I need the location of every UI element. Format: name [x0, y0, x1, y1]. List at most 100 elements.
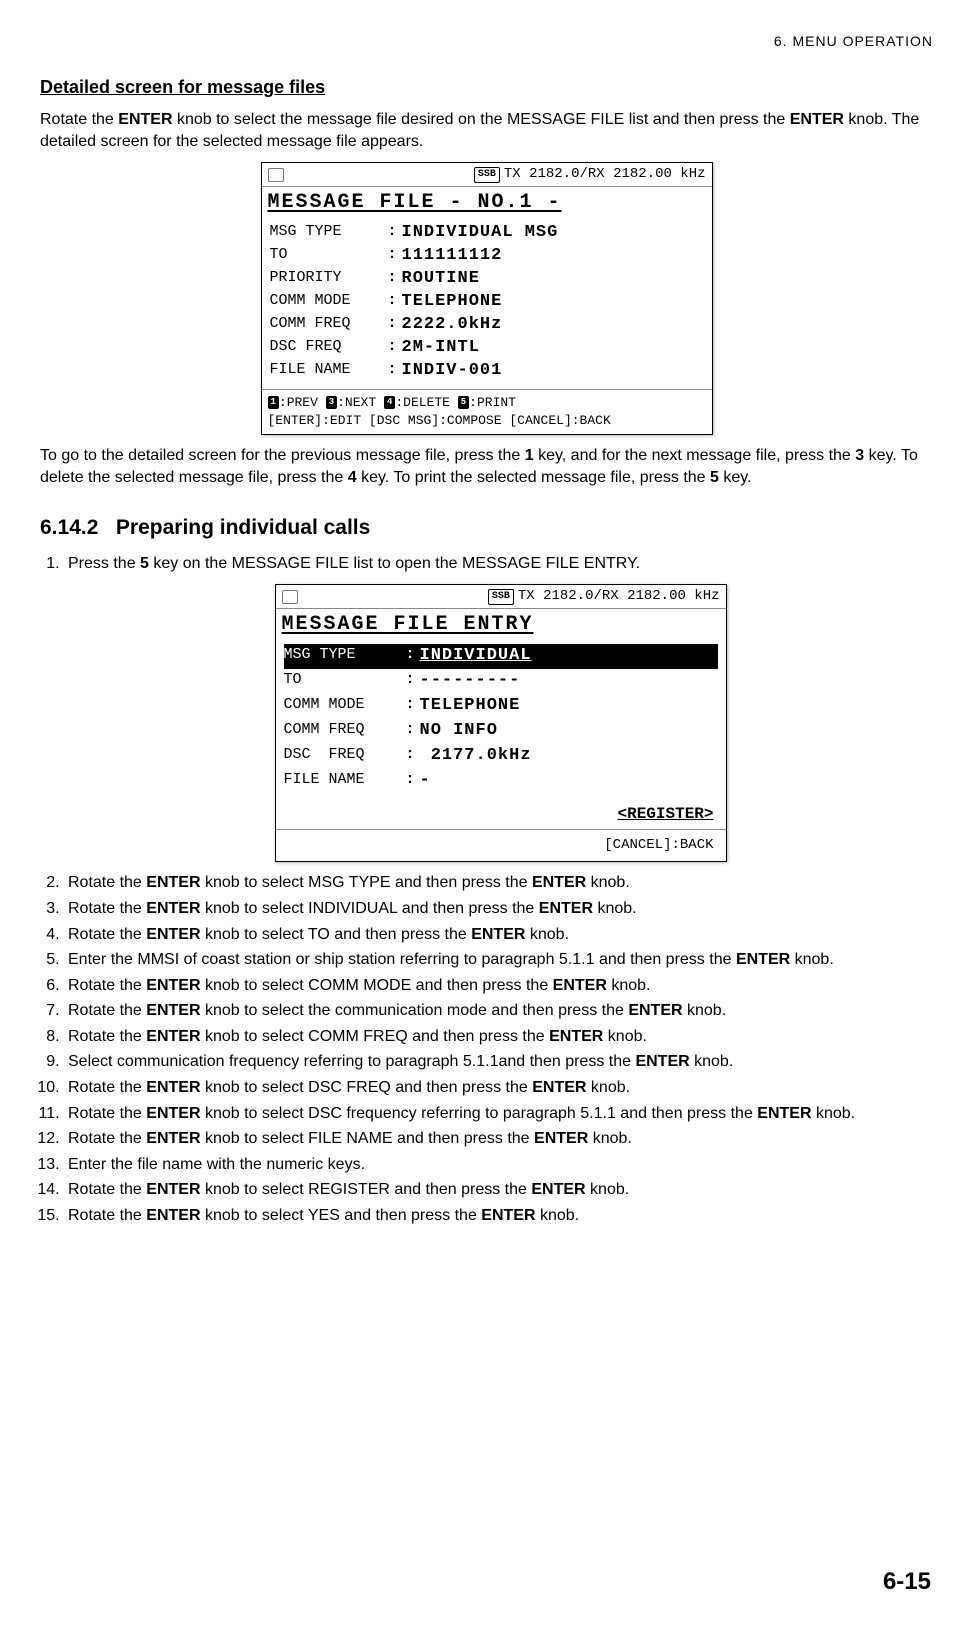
lcd-message-file-detail: SSB TX 2182.0/RX 2182.00 kHz MESSAGE FIL… — [261, 162, 713, 435]
step-item: Rotate the ENTER knob to select REGISTER… — [64, 1179, 933, 1201]
register-action: <REGISTER> — [276, 800, 726, 830]
lcd-field-value: INDIV-001 — [402, 360, 503, 383]
lcd-field-label: COMM MODE — [270, 291, 388, 314]
lcd-field-value: TELEPHONE — [420, 695, 521, 718]
lcd-row: DSC FREQ: 2177.0kHz — [284, 744, 718, 769]
lcd-field-label: DSC FREQ — [284, 745, 406, 768]
lcd-colon: : — [388, 337, 402, 360]
lcd-colon: : — [406, 695, 420, 718]
step-item: Rotate the ENTER knob to select YES and … — [64, 1205, 933, 1227]
lcd-row: COMM FREQ:2222.0kHz — [270, 314, 704, 337]
lcd-colon: : — [388, 291, 402, 314]
lcd-colon: : — [406, 720, 420, 743]
intro-paragraph-2: To go to the detailed screen for the pre… — [40, 445, 933, 488]
bold-ref: ENTER — [736, 951, 790, 968]
text: key, and for the next message file, pres… — [534, 447, 856, 464]
lcd-field-value: 111111112 — [402, 245, 503, 268]
key-ref: 4 — [348, 469, 357, 486]
key-badge: 4 — [384, 396, 395, 409]
bold-ref: ENTER — [481, 1207, 535, 1224]
lcd-colon: : — [388, 268, 402, 291]
step-item: Enter the MMSI of coast station or ship … — [64, 949, 933, 971]
key-ref: 5 — [710, 469, 719, 486]
lcd-row: COMM FREQ: NO INFO — [284, 719, 718, 744]
lcd-field-value: INDIVIDUAL MSG — [402, 222, 559, 245]
lcd-field-value: --------- — [420, 670, 521, 693]
subsection-number: 6.14.2 — [40, 516, 98, 539]
bold-ref: ENTER — [146, 900, 200, 917]
key-badge: 3 — [326, 396, 337, 409]
bold-ref: ENTER — [146, 1130, 200, 1147]
lcd-field-label: TO — [270, 245, 388, 268]
key-badge: 5 — [458, 396, 469, 409]
bold-ref: ENTER — [635, 1053, 689, 1070]
speaker-icon — [282, 590, 298, 604]
step-item: Rotate the ENTER knob to select MSG TYPE… — [64, 872, 933, 894]
lcd-field-label: MSG TYPE — [270, 222, 388, 245]
text: key. To print the selected message file,… — [357, 469, 710, 486]
lcd-row: FILE NAME:INDIV-001 — [270, 360, 704, 383]
key-ref: 1 — [525, 447, 534, 464]
lcd-field-label: COMM FREQ — [270, 314, 388, 337]
step-item: Rotate the ENTER knob to select COMM MOD… — [64, 975, 933, 997]
bold-ref: ENTER — [539, 900, 593, 917]
steps-list: Press the 5 key on the MESSAGE FILE list… — [40, 553, 933, 1227]
bold-ref: ENTER — [146, 1028, 200, 1045]
lcd-field-label: COMM MODE — [284, 695, 406, 718]
lcd-title: MESSAGE FILE ENTRY — [276, 609, 726, 640]
step-item: Rotate the ENTER knob to select TO and t… — [64, 924, 933, 946]
freq-readout: TX 2182.0/RX 2182.00 kHz — [518, 587, 720, 606]
intro-paragraph-1: Rotate the ENTER knob to select the mess… — [40, 109, 933, 152]
step-item: Rotate the ENTER knob to select FILE NAM… — [64, 1128, 933, 1150]
lcd-colon: : — [406, 745, 420, 768]
step-item: Rotate the ENTER knob to select DSC freq… — [64, 1103, 933, 1125]
key-ref: 3 — [855, 447, 864, 464]
enter-knob-ref: ENTER — [790, 111, 844, 128]
lcd-field-value: ROUTINE — [402, 268, 480, 291]
step-item: Rotate the ENTER knob to select the comm… — [64, 1000, 933, 1022]
ssb-badge: SSB — [474, 167, 500, 183]
lcd-row: MSG TYPE : INDIVIDUAL — [284, 644, 718, 669]
cancel-back-hint: [CANCEL]:BACK — [276, 829, 726, 861]
lcd-row: TO:111111112 — [270, 245, 704, 268]
bold-ref: ENTER — [532, 1079, 586, 1096]
bold-ref: ENTER — [146, 1105, 200, 1122]
lcd-field-label: MSG TYPE — [284, 645, 406, 668]
lcd-field-label: DSC FREQ — [270, 337, 388, 360]
lcd-footer: 1:PREV 3:NEXT 4:DELETE 5:PRINT [ENTER]:E… — [262, 390, 712, 434]
subsection-title: Preparing individual calls — [116, 516, 370, 539]
bold-ref: ENTER — [549, 1028, 603, 1045]
step-item: Select communication frequency referring… — [64, 1051, 933, 1073]
step-item: Rotate the ENTER knob to select DSC FREQ… — [64, 1077, 933, 1099]
lcd-field-value: - — [420, 770, 431, 793]
bold-ref: ENTER — [146, 977, 200, 994]
lcd-field-label: TO — [284, 670, 406, 693]
lcd-row: PRIORITY:ROUTINE — [270, 268, 704, 291]
bold-ref: ENTER — [531, 1181, 585, 1198]
text: key. — [719, 469, 752, 486]
lcd-row: DSC FREQ:2M-INTL — [270, 337, 704, 360]
lcd-row: TO : --------- — [284, 669, 718, 694]
lcd-field-value: NO INFO — [420, 720, 498, 743]
text: knob to select the message file desired … — [173, 111, 790, 128]
lcd-footer-line1: 1:PREV 3:NEXT 4:DELETE 5:PRINT — [268, 394, 706, 412]
lcd-field-value: TELEPHONE — [402, 291, 503, 314]
text: To go to the detailed screen for the pre… — [40, 447, 525, 464]
lcd-message-file-entry: SSBTX 2182.0/RX 2182.00 kHz MESSAGE FILE … — [275, 584, 727, 862]
lcd-colon: : — [388, 245, 402, 268]
lcd-field-value: 2222.0kHz — [402, 314, 503, 337]
lcd-row: COMM MODE: TELEPHONE — [284, 694, 718, 719]
section-title: Detailed screen for message files — [40, 75, 933, 99]
lcd-row: COMM MODE:TELEPHONE — [270, 291, 704, 314]
bold-ref: ENTER — [146, 1181, 200, 1198]
freq-readout: TX 2182.0/RX 2182.00 kHz — [504, 165, 706, 184]
ssb-badge: SSB — [488, 589, 514, 605]
lcd-colon: : — [388, 360, 402, 383]
bold-ref: 5 — [140, 555, 149, 572]
lcd-footer-line2: [ENTER]:EDIT [DSC MSG]:COMPOSE [CANCEL]:… — [268, 412, 706, 430]
step-item: Press the 5 key on the MESSAGE FILE list… — [64, 553, 933, 863]
lcd-title: MESSAGE FILE - NO.1 - — [262, 187, 712, 218]
speaker-icon — [268, 168, 284, 182]
lcd-field-value: 2177.0kHz — [420, 745, 532, 768]
subsection-heading: 6.14.2 Preparing individual calls — [40, 514, 933, 542]
